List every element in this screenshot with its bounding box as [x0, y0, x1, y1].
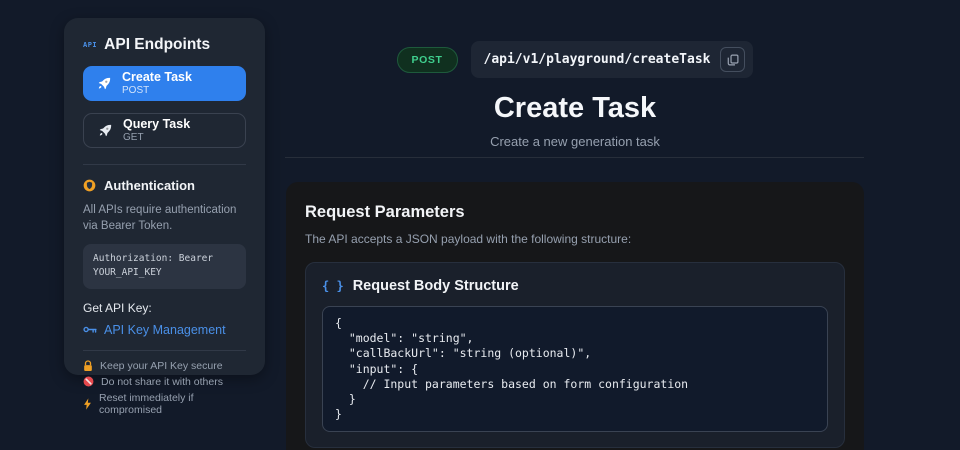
bolt-icon: [83, 398, 92, 410]
request-parameters-description: The API accepts a JSON payload with the …: [305, 232, 632, 246]
tip-text: Do not share it with others: [101, 375, 223, 388]
request-body-code-block: { "model": "string", "callBackUrl": "str…: [322, 306, 828, 433]
security-tips: Keep your API Key secure Do not share it…: [83, 360, 246, 416]
sidebar-item-create-task[interactable]: Create Task POST: [83, 66, 246, 101]
tip-item: Reset immediately if compromised: [83, 392, 246, 416]
endpoint-labels: Create Task POST: [122, 70, 192, 97]
copy-button[interactable]: [720, 47, 746, 72]
method-badge: POST: [396, 46, 458, 73]
rocket-icon: [99, 124, 112, 137]
tip-item: Keep your API Key secure: [83, 360, 246, 372]
api-key-management-label: API Key Management: [104, 322, 226, 337]
auth-code-block: Authorization: Bearer YOUR_API_KEY: [83, 244, 246, 289]
auth-section-header: Authentication: [83, 178, 246, 193]
request-body-card-header: { } Request Body Structure: [322, 278, 828, 294]
tip-item: Do not share it with others: [83, 376, 246, 388]
request-parameters-title: Request Parameters: [305, 203, 465, 221]
endpoint-method: POST: [122, 85, 150, 96]
auth-title: Authentication: [104, 178, 195, 193]
page-title: Create Task: [493, 92, 657, 124]
page-subtitle: Create a new generation task: [490, 134, 660, 149]
endpoint-path: /api/v1/playground/createTask: [483, 52, 711, 67]
tip-text: Keep your API Key secure: [100, 359, 223, 372]
lock-icon: [83, 360, 93, 372]
request-body-card: { } Request Body Structure { "model": "s…: [305, 262, 845, 449]
sidebar-title: API Endpoints: [104, 36, 211, 53]
endpoint-method: GET: [123, 132, 144, 143]
endpoint-path-box: /api/v1/playground/createTask: [470, 41, 754, 78]
sidebar-divider: [83, 349, 246, 351]
auth-description: All APIs require authentication via Bear…: [83, 204, 237, 233]
endpoint-name: Create Task: [122, 70, 192, 84]
endpoint-name: Query Task: [123, 117, 191, 131]
endpoint-header: POST /api/v1/playground/createTask Creat…: [285, 0, 865, 149]
header-divider: [285, 157, 864, 158]
tip-text: Reset immediately if compromised: [99, 391, 194, 416]
request-parameters-panel: Request Parameters The API accepts a JSO…: [286, 182, 864, 450]
shield-badge-icon: [83, 179, 96, 192]
sidebar: API API Endpoints Create Task POST Query…: [64, 18, 265, 416]
api-badge-icon: API: [83, 41, 98, 49]
rocket-icon: [98, 77, 111, 90]
key-icon: [83, 325, 97, 334]
endpoint-labels: Query Task GET: [123, 117, 190, 144]
sidebar-divider: [83, 164, 246, 165]
get-api-key-label: Get API Key:: [83, 300, 152, 315]
api-key-management-link[interactable]: API Key Management: [83, 323, 246, 337]
sidebar-item-query-task[interactable]: Query Task GET: [83, 113, 246, 148]
copy-icon: [727, 54, 739, 66]
sidebar-header: API API Endpoints: [83, 36, 246, 54]
no-entry-icon: [83, 376, 94, 387]
request-body-card-title: Request Body Structure: [352, 278, 519, 294]
braces-icon: { }: [322, 279, 344, 293]
endpoint-row: POST /api/v1/playground/createTask: [285, 41, 865, 78]
